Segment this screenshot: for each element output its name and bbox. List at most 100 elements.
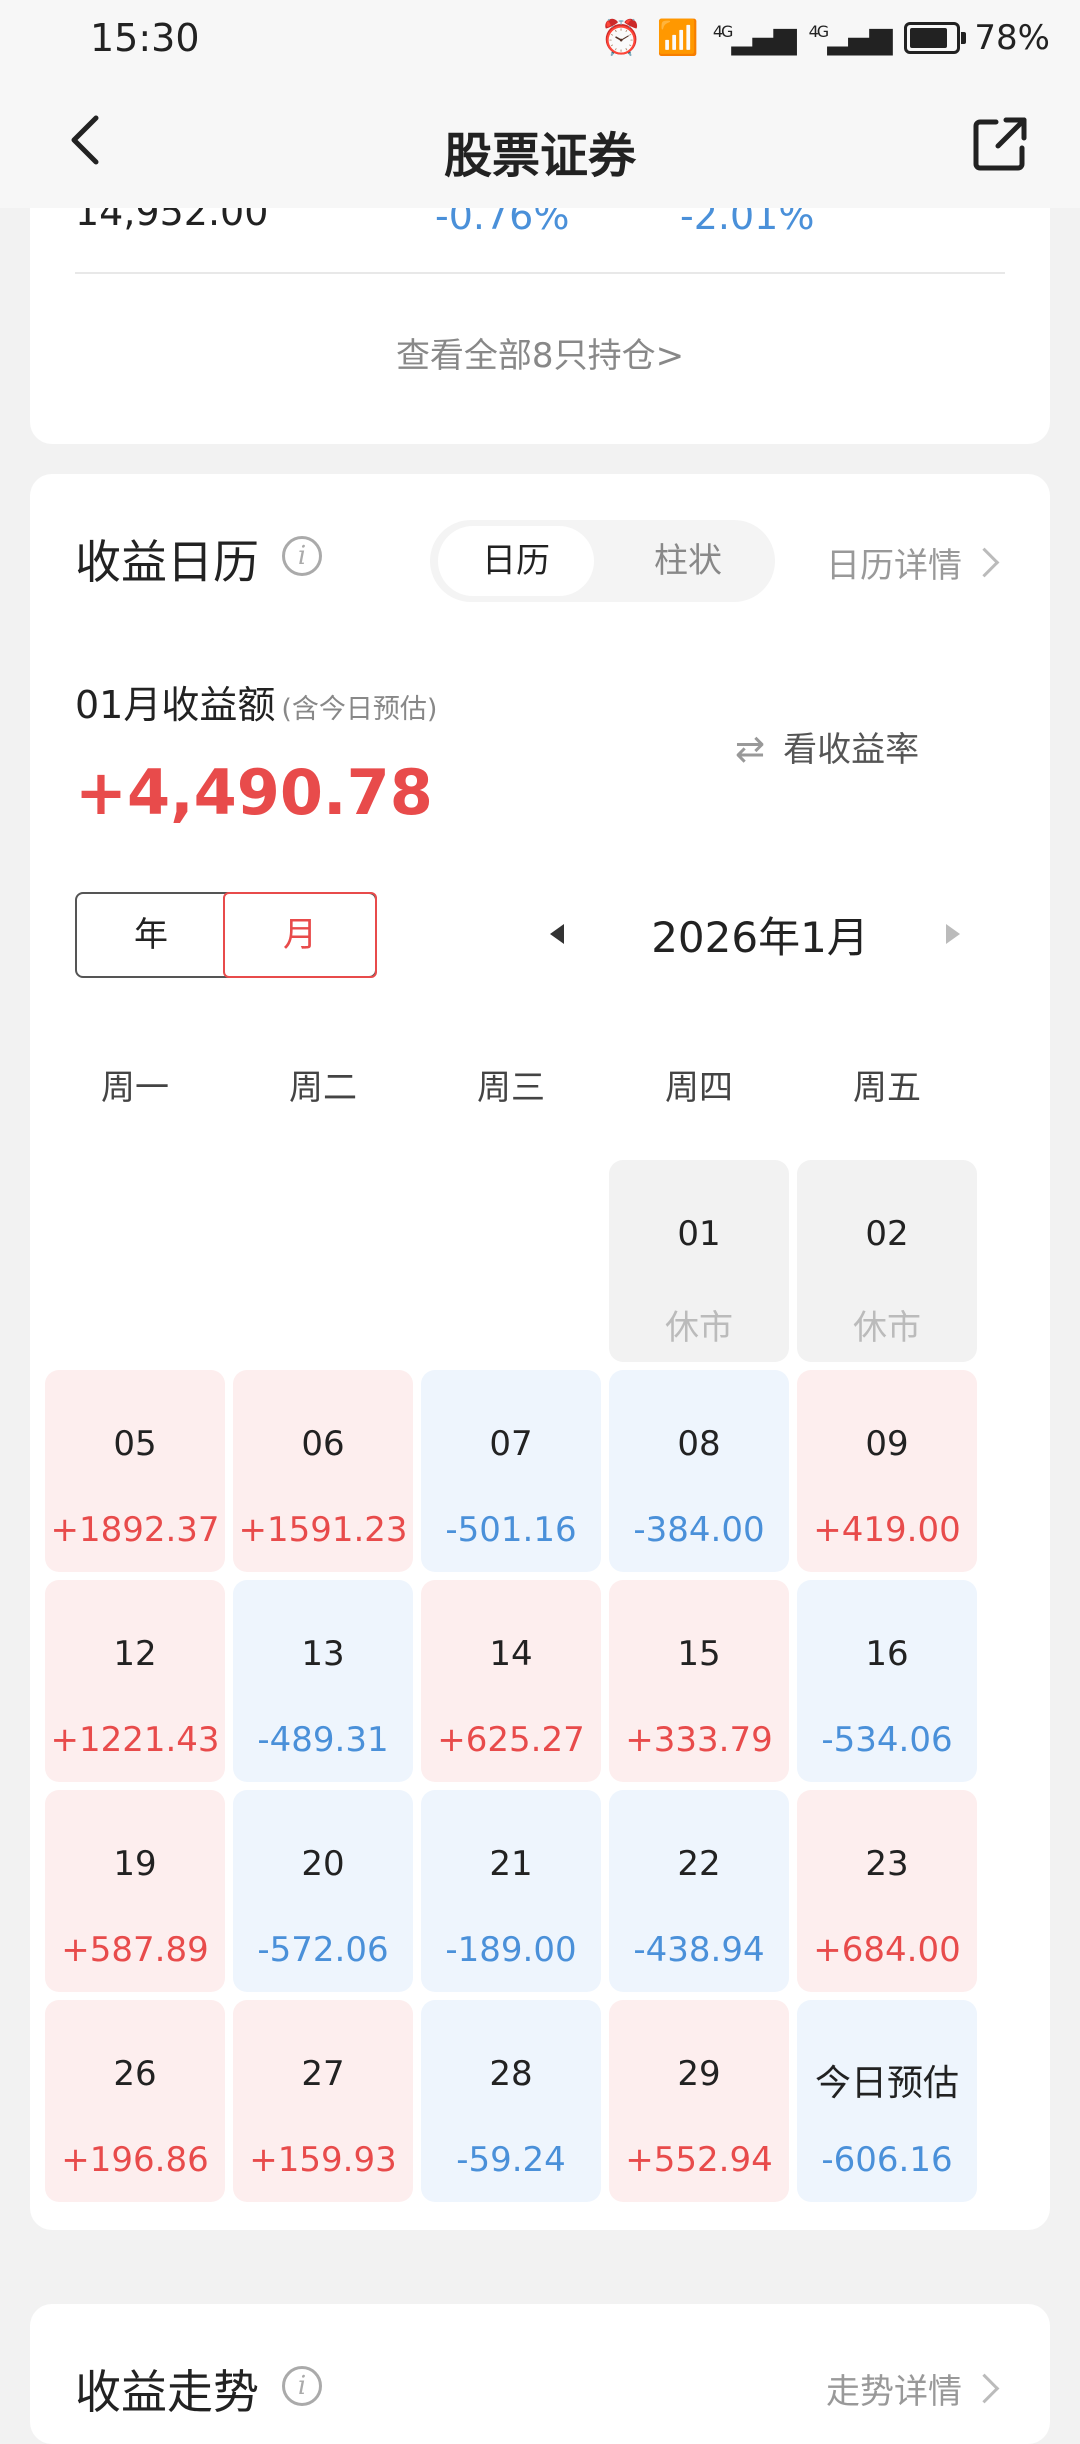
day-number: 20 <box>301 1844 345 1884</box>
calendar-day-cell[interactable]: 14 +625.27 <box>421 1580 601 1782</box>
day-number: 21 <box>489 1844 533 1884</box>
day-number: 26 <box>113 2054 157 2094</box>
day-number: 16 <box>865 1634 909 1674</box>
calendar-day-cell[interactable]: 21 -189.00 <box>421 1790 601 1992</box>
calendar-day-cell[interactable]: 12 +1221.43 <box>45 1580 225 1782</box>
calendar-day-cell[interactable]: 22 -438.94 <box>609 1790 789 1992</box>
weekday-label: 周一 <box>101 1068 169 1108</box>
calendar-day-cell[interactable]: 29 +552.94 <box>609 2000 789 2202</box>
tab-bar-chart[interactable]: 柱状 <box>610 526 766 596</box>
day-number: 06 <box>301 1424 345 1464</box>
weekday-label: 周二 <box>289 1068 357 1108</box>
calendar-day-cell[interactable]: 06 +1591.23 <box>233 1370 413 1572</box>
day-profit: -501.16 <box>445 1510 577 1550</box>
signal-icon-2: 4G▂▄▆ <box>808 20 893 56</box>
alarm-icon: ⏰ <box>600 18 643 58</box>
calendar-day-cell[interactable]: 16 -534.06 <box>797 1580 977 1782</box>
day-number: 28 <box>489 2054 533 2094</box>
day-number: 27 <box>301 2054 345 2094</box>
day-profit: +625.27 <box>437 1720 585 1760</box>
wifi-icon: 📶 <box>656 18 699 58</box>
day-number: 02 <box>865 1214 909 1254</box>
calendar-day-cell[interactable]: 09 +419.00 <box>797 1370 977 1572</box>
day-number: 07 <box>489 1424 533 1464</box>
calendar-day-cell[interactable]: 19 +587.89 <box>45 1790 225 1992</box>
calendar-day-cell[interactable]: 08 -384.00 <box>609 1370 789 1572</box>
weekday-label: 周三 <box>477 1068 545 1108</box>
day-profit: 休市 <box>853 1308 921 1348</box>
day-profit: +159.93 <box>249 2140 397 2180</box>
calendar-day-cell[interactable]: 15 +333.79 <box>609 1580 789 1782</box>
day-profit: +552.94 <box>625 2140 773 2180</box>
view-all-holdings-link[interactable]: 查看全部8只持仓> <box>30 328 1050 377</box>
section-title: 收益日历 <box>75 535 259 589</box>
day-number: 01 <box>677 1214 721 1254</box>
weekday-label: 周四 <box>665 1068 733 1108</box>
day-profit: +587.89 <box>61 1930 209 1970</box>
day-number: 29 <box>677 2054 721 2094</box>
toggle-month[interactable]: 月 <box>223 892 377 978</box>
day-number: 14 <box>489 1634 533 1674</box>
nav-bar: 股票证券 <box>0 80 1080 208</box>
day-number: 19 <box>113 1844 157 1884</box>
calendar-day-cell[interactable]: 26 +196.86 <box>45 2000 225 2202</box>
year-month-toggle: 年 月 <box>75 892 377 978</box>
next-month-icon[interactable] <box>946 924 960 944</box>
swap-arrows-icon: ⇄ <box>735 729 766 770</box>
calendar-day-cell[interactable]: 05 +1892.37 <box>45 1370 225 1572</box>
current-month: 2026年1月 <box>651 913 869 962</box>
prev-month-icon[interactable] <box>550 924 564 944</box>
view-toggle: 日历 柱状 <box>430 520 775 602</box>
month-profit-amount: +4,490.78 <box>75 756 433 829</box>
calendar-detail-link[interactable]: 日历详情 <box>826 538 1000 587</box>
month-profit-label: 01月收益额 (含今日预估) <box>75 674 437 729</box>
battery-icon <box>904 22 967 54</box>
calendar-day-cell[interactable]: 02 休市 <box>797 1160 977 1362</box>
trend-info-icon[interactable]: i <box>282 2366 322 2406</box>
day-profit: -606.16 <box>821 2140 953 2180</box>
day-profit: -572.06 <box>257 1930 389 1970</box>
tab-calendar[interactable]: 日历 <box>438 526 594 596</box>
status-bar: 15:30 ⏰ 📶 4G▂▄▆ 4G▂▄▆ 78% <box>0 0 1080 80</box>
day-number: 08 <box>677 1424 721 1464</box>
weekday-label: 周五 <box>853 1068 921 1108</box>
calendar-day-cell[interactable]: 28 -59.24 <box>421 2000 601 2202</box>
view-rate-button[interactable]: ⇄ 看收益率 <box>735 722 919 771</box>
calendar-day-cell[interactable]: 23 +684.00 <box>797 1790 977 1992</box>
page-title: 股票证券 <box>443 128 636 184</box>
day-number: 12 <box>113 1634 157 1674</box>
signal-icon-1: 4G▂▄▆ <box>712 20 797 56</box>
day-profit: +196.86 <box>61 2140 209 2180</box>
status-icons: ⏰ 📶 4G▂▄▆ 4G▂▄▆ 78% <box>600 18 1050 58</box>
day-profit: -384.00 <box>633 1510 765 1550</box>
day-profit: +419.00 <box>813 1510 961 1550</box>
calendar-detail-label: 日历详情 <box>826 546 962 586</box>
info-icon[interactable]: i <box>282 536 322 576</box>
status-time: 15:30 <box>90 16 200 60</box>
trend-detail-label: 走势详情 <box>826 2372 962 2412</box>
day-number: 09 <box>865 1424 909 1464</box>
day-profit: -438.94 <box>633 1930 765 1970</box>
day-profit: +1221.43 <box>50 1720 220 1760</box>
chevron-right-icon <box>969 547 1000 578</box>
trend-detail-link[interactable]: 走势详情 <box>826 2364 1000 2413</box>
trend-section-title: 收益走势 <box>75 2365 259 2419</box>
calendar-day-cell[interactable]: 今日预估 -606.16 <box>797 2000 977 2202</box>
chevron-right-icon <box>969 2373 1000 2404</box>
calendar-day-cell[interactable]: 13 -489.31 <box>233 1580 413 1782</box>
toggle-year[interactable]: 年 <box>77 894 225 976</box>
day-profit: +684.00 <box>813 1930 961 1970</box>
day-profit: -189.00 <box>445 1930 577 1970</box>
day-profit: -534.06 <box>821 1720 953 1760</box>
profit-trend-card: 收益走势 i 走势详情 <box>30 2304 1050 2444</box>
calendar-day-cell[interactable]: 01 休市 <box>609 1160 789 1362</box>
day-profit: -59.24 <box>456 2140 566 2180</box>
day-profit: +1892.37 <box>50 1510 220 1550</box>
calendar-day-cell[interactable]: 07 -501.16 <box>421 1370 601 1572</box>
share-external-icon[interactable] <box>970 114 1030 174</box>
day-number: 05 <box>113 1424 157 1464</box>
calendar-day-cell[interactable]: 27 +159.93 <box>233 2000 413 2202</box>
month-label-text: 01月收益额 <box>75 683 276 727</box>
calendar-day-cell[interactable]: 20 -572.06 <box>233 1790 413 1992</box>
battery-percent: 78% <box>974 18 1050 58</box>
